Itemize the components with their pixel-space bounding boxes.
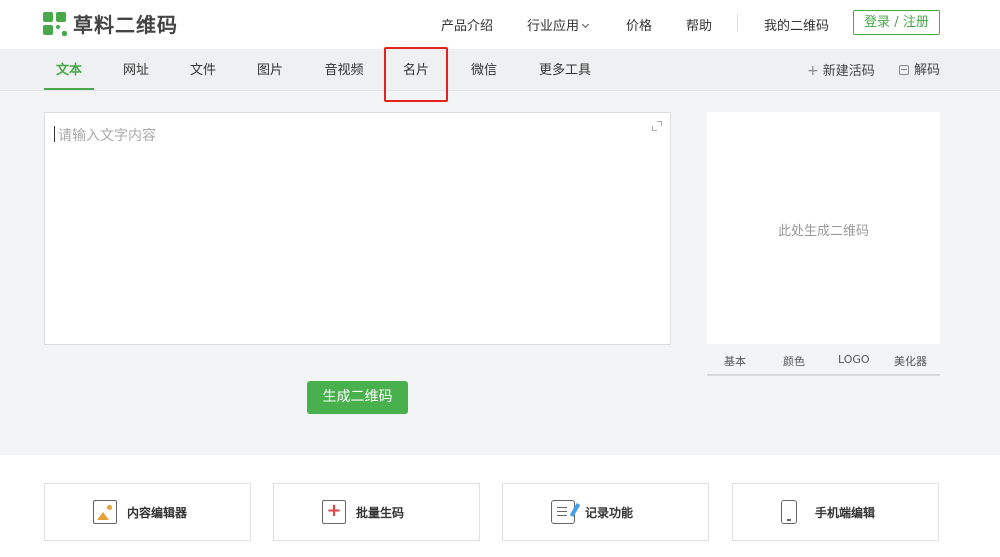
record-icon bbox=[551, 500, 575, 524]
decode-button[interactable]: 解码 bbox=[899, 51, 940, 91]
tab-text[interactable]: 文本 bbox=[44, 51, 94, 91]
mobile-edit-icon bbox=[781, 500, 797, 524]
new-live-code-button[interactable]: + 新建活码 bbox=[807, 51, 875, 91]
tab-wechat[interactable]: 微信 bbox=[462, 51, 506, 91]
new-live-code-label: 新建活码 bbox=[822, 64, 875, 79]
qr-preview-panel: 此处生成二维码 bbox=[707, 112, 940, 344]
tab-audio-video[interactable]: 音视频 bbox=[316, 51, 372, 91]
feature-label: 批量生码 bbox=[356, 506, 405, 520]
tab-image[interactable]: 图片 bbox=[248, 51, 292, 91]
qr-style-tabs: 基本 颜色 LOGO 美化器 bbox=[707, 350, 940, 376]
feature-batch-generate[interactable]: 批量生码 bbox=[273, 483, 480, 541]
feature-label: 手机端编辑 bbox=[815, 506, 876, 520]
nav-divider bbox=[737, 14, 738, 32]
feature-label: 记录功能 bbox=[585, 506, 634, 520]
tab-url[interactable]: 网址 bbox=[114, 51, 158, 91]
logo-mark-icon bbox=[43, 11, 67, 36]
feature-content-editor[interactable]: 内容编辑器 bbox=[44, 483, 251, 541]
login-register-button[interactable]: 登录 / 注册 bbox=[853, 10, 940, 35]
highlight-annotation-box bbox=[384, 47, 448, 102]
content-editor-icon bbox=[93, 500, 117, 524]
qr-tab-color[interactable]: 颜色 bbox=[783, 353, 805, 369]
qr-tab-logo[interactable]: LOGO bbox=[838, 353, 870, 366]
decode-icon bbox=[899, 65, 909, 75]
text-content-editor[interactable]: 请输入文字内容 bbox=[44, 112, 671, 345]
logo[interactable]: 草料二维码 bbox=[43, 9, 178, 38]
top-header: 草料二维码 产品介绍 行业应用 价格 帮助 我的二维码 登录 / 注册 bbox=[0, 0, 1000, 50]
nav-industry-apps-label: 行业应用 bbox=[527, 19, 580, 34]
nav-my-qrcodes[interactable]: 我的二维码 bbox=[764, 15, 829, 34]
tab-more-tools[interactable]: 更多工具 bbox=[530, 51, 600, 91]
editor-placeholder: 请输入文字内容 bbox=[58, 128, 156, 144]
decode-label: 解码 bbox=[914, 63, 941, 78]
nav-help[interactable]: 帮助 bbox=[686, 15, 712, 34]
chevron-down-icon bbox=[581, 20, 590, 29]
nav-product-intro[interactable]: 产品介绍 bbox=[441, 15, 493, 34]
expand-icon[interactable] bbox=[652, 121, 662, 131]
type-tab-bar: 文本 网址 文件 图片 音视频 名片 微信 更多工具 + 新建活码 解码 bbox=[0, 51, 1000, 91]
logo-text: 草料二维码 bbox=[73, 13, 178, 37]
generate-qrcode-button[interactable]: 生成二维码 bbox=[307, 381, 408, 414]
feature-mobile-edit[interactable]: 手机端编辑 bbox=[732, 483, 939, 541]
qr-placeholder-text: 此处生成二维码 bbox=[777, 224, 869, 239]
tab-file[interactable]: 文件 bbox=[181, 51, 225, 91]
feature-label: 内容编辑器 bbox=[127, 506, 188, 520]
qr-tab-beautifier[interactable]: 美化器 bbox=[894, 353, 927, 369]
nav-pricing[interactable]: 价格 bbox=[626, 15, 652, 34]
batch-generate-icon bbox=[322, 500, 346, 524]
qr-tab-basic[interactable]: 基本 bbox=[724, 353, 746, 369]
nav-industry-apps[interactable]: 行业应用 bbox=[527, 15, 590, 34]
plus-icon: + bbox=[807, 63, 819, 79]
text-caret bbox=[54, 126, 55, 142]
feature-record[interactable]: 记录功能 bbox=[502, 483, 709, 541]
active-tab-indicator bbox=[44, 88, 94, 90]
